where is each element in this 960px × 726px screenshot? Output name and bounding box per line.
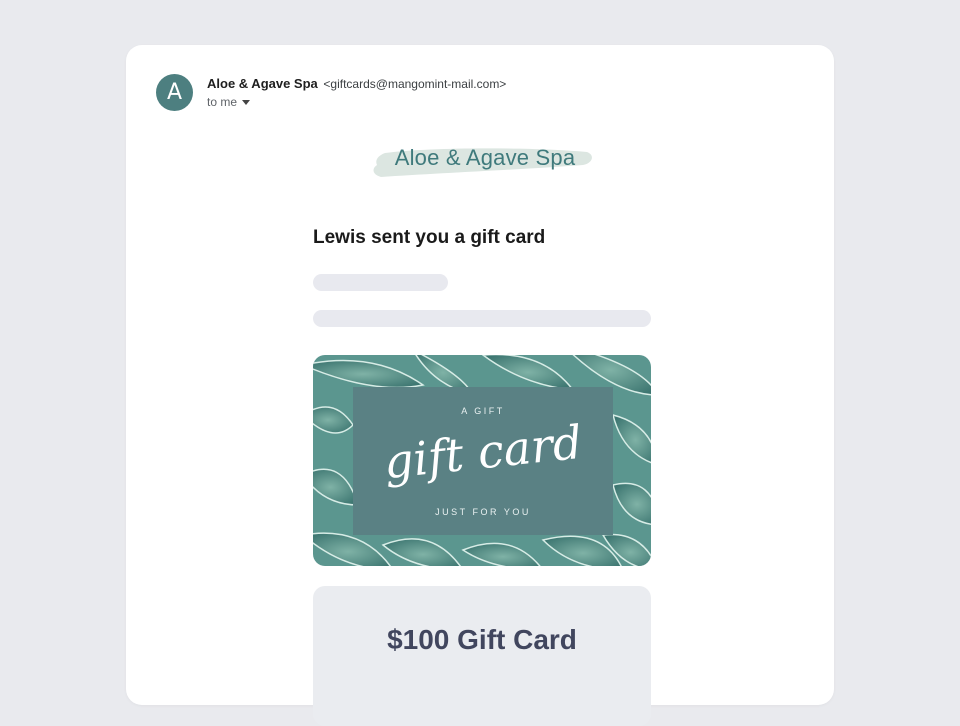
spa-logo: Aloe & Agave Spa <box>371 139 599 183</box>
skeleton-line-long <box>313 310 651 327</box>
gift-amount-box: $100 Gift Card <box>313 586 651 726</box>
gift-amount-label: $100 Gift Card <box>387 624 577 655</box>
sender-name[interactable]: Aloe & Agave Spa <box>207 76 318 91</box>
gift-card-script-text: gift card <box>381 414 585 490</box>
sender-line: Aloe & Agave Spa <giftcards@mangomint-ma… <box>207 76 506 91</box>
caret-down-icon <box>242 100 251 105</box>
recipient-dropdown[interactable]: to me <box>207 95 251 109</box>
recipient-label: to me <box>207 95 238 109</box>
email-card: A Aloe & Agave Spa <giftcards@mangomint-… <box>126 45 834 726</box>
sender-avatar[interactable]: A <box>156 74 193 111</box>
sender-email: <giftcards@mangomint-mail.com> <box>323 77 507 91</box>
skeleton-line-short <box>313 274 448 291</box>
gift-card-panel: A GIFT gift card JUST FOR YOU <box>353 387 613 535</box>
gift-card-bottom-text: JUST FOR YOU <box>435 507 531 517</box>
gift-headline: Lewis sent you a gift card <box>313 227 546 248</box>
avatar-letter: A <box>166 80 183 105</box>
logo-text: Aloe & Agave Spa <box>394 145 576 170</box>
gift-card-image[interactable]: A GIFT gift card JUST FOR YOU <box>313 355 651 566</box>
